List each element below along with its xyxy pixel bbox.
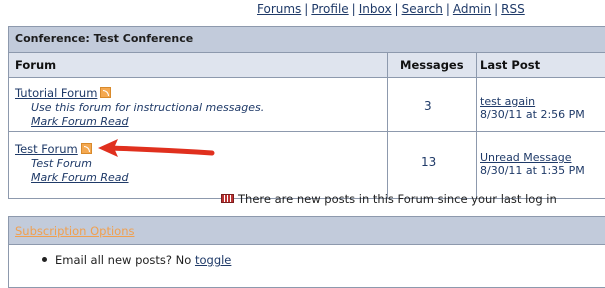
nav-search-link[interactable]: Search xyxy=(402,2,443,16)
row-divider xyxy=(9,131,605,132)
messages-column-label: Messages xyxy=(400,58,464,72)
last-post-link[interactable]: test again xyxy=(480,95,535,108)
top-navigation: Forums | Profile | Inbox | Search | Admin | RSS xyxy=(257,2,525,16)
new-posts-legend: There are new posts in this Forum since … xyxy=(221,192,557,206)
toggle-link[interactable]: toggle xyxy=(195,253,231,267)
message-count: 3 xyxy=(424,99,432,113)
mark-forum-read-link[interactable]: Mark Forum Read xyxy=(31,115,129,128)
nav-separator: | xyxy=(351,2,356,16)
rss-icon[interactable] xyxy=(80,143,92,154)
arrow-annotation xyxy=(98,139,215,157)
subscription-options-link[interactable]: Subscription Options xyxy=(15,224,134,238)
forum-column-label: Forum xyxy=(15,58,57,72)
last-post: Unread Message 8/30/11 at 1:35 PM xyxy=(480,151,585,177)
last-post-column-label: Last Post xyxy=(480,58,541,72)
email-option-label: Email all new posts? No xyxy=(55,253,192,267)
subscription-header: Subscription Options xyxy=(9,217,605,245)
new-posts-icon xyxy=(221,194,234,203)
forum-description: Use this forum for instructional message… xyxy=(31,101,265,114)
nav-admin-link[interactable]: Admin xyxy=(453,2,491,16)
forum-link-test[interactable]: Test Forum xyxy=(15,142,78,156)
email-option: Email all new posts? No toggle xyxy=(42,253,231,267)
forum-column-header: Forum xyxy=(9,53,387,78)
conference-table: Conference: Test Conference Forum Messag… xyxy=(8,26,605,199)
legend-text: There are new posts in this Forum since … xyxy=(238,192,557,206)
forum-link-tutorial[interactable]: Tutorial Forum xyxy=(15,86,97,100)
messages-column-header: Messages xyxy=(388,53,476,78)
nav-forums-link[interactable]: Forums xyxy=(257,2,301,16)
last-post-date: 8/30/11 at 1:35 PM xyxy=(480,164,585,177)
subscription-panel: Subscription Options Email all new posts… xyxy=(8,216,605,288)
mark-forum-read-link[interactable]: Mark Forum Read xyxy=(31,171,129,184)
last-post: test again 8/30/11 at 2:56 PM xyxy=(480,95,585,121)
nav-rss-link[interactable]: RSS xyxy=(501,2,525,16)
nav-profile-link[interactable]: Profile xyxy=(311,2,348,16)
nav-separator: | xyxy=(445,2,450,16)
nav-separator: | xyxy=(394,2,399,16)
table-row: Tutorial Forum Use this forum for instru… xyxy=(15,86,264,128)
bullet-icon xyxy=(42,257,47,262)
message-count: 13 xyxy=(421,155,437,169)
column-divider xyxy=(387,53,388,198)
last-post-date: 8/30/11 at 2:56 PM xyxy=(480,108,585,121)
nav-separator: | xyxy=(494,2,499,16)
column-divider xyxy=(476,53,477,198)
nav-separator: | xyxy=(304,2,309,16)
conference-title: Conference: Test Conference xyxy=(15,32,194,45)
nav-inbox-link[interactable]: Inbox xyxy=(359,2,392,16)
rss-icon[interactable] xyxy=(100,87,112,98)
conference-header: Conference: Test Conference xyxy=(9,27,605,53)
last-post-link[interactable]: Unread Message xyxy=(480,151,572,164)
last-post-column-header: Last Post xyxy=(477,53,605,78)
